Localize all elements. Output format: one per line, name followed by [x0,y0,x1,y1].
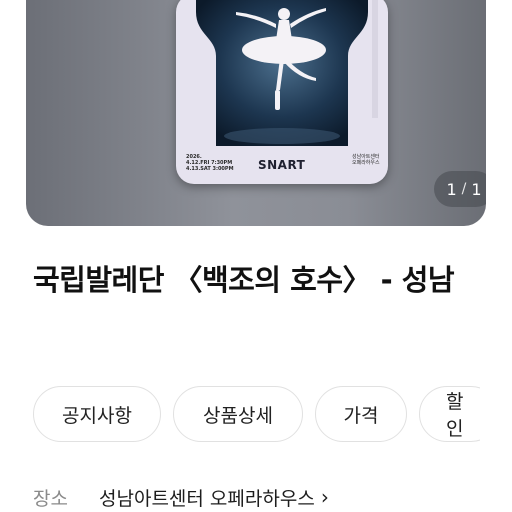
chevron-right-icon[interactable]: › [321,485,329,509]
poster-logo: SNART [258,158,306,172]
venue-label: 장소 [33,487,68,510]
counter-separator: / [461,181,467,197]
tab-notice[interactable]: 공지사항 [33,386,161,442]
poster-banner[interactable]: 2026. 4.12.FRI 7:30PM 4.13.SAT 3:00PM SN… [26,0,486,226]
tab-price[interactable]: 가격 [315,386,407,442]
poster-date-text: 2026. 4.12.FRI 7:30PM 4.13.SAT 3:00PM [186,154,234,172]
venue-row[interactable]: 장소 성남아트센터 오페라하우스 › [33,482,329,512]
image-counter: 1 / 1 [434,171,486,207]
counter-current: 1 [446,179,457,199]
tab-product-detail[interactable]: 상품상세 [173,386,303,442]
poster-venue-text: 성남아트센터 오페라하우스 [352,154,380,166]
counter-total: 1 [471,179,482,199]
venue-link[interactable]: 성남아트센터 오페라하우스 [99,484,315,511]
page-title: 국립발레단 〈백조의 호수〉 - 성남 [33,263,455,297]
tab-discount[interactable]: 할인 [419,386,480,442]
detail-tabs: 공지사항 상품상세 가격 할인 [33,386,480,444]
poster-image: 2026. 4.12.FRI 7:30PM 4.13.SAT 3:00PM SN… [176,0,388,184]
